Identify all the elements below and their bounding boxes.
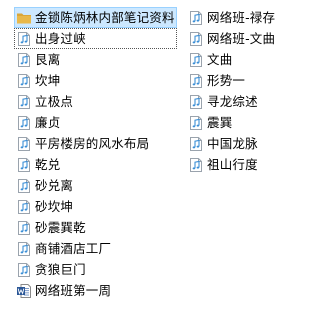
file-item[interactable]: 砂坎坤 (14, 196, 177, 217)
file-item[interactable]: 坎坤 (14, 70, 177, 91)
file-item-label: 立极点 (35, 93, 74, 109)
audio-file-icon (188, 94, 204, 110)
file-item-label: 砂坎坤 (35, 198, 74, 214)
file-item[interactable]: 网络班-文曲 (186, 28, 277, 49)
file-item-label: 砂震巽乾 (35, 219, 86, 235)
file-item[interactable]: 网络班-禄存 (186, 7, 277, 28)
file-item-label: 震巽 (207, 114, 233, 130)
audio-file-icon (16, 199, 32, 215)
audio-file-icon (16, 136, 32, 152)
file-item-label: 艮离 (35, 51, 61, 67)
audio-file-icon (16, 52, 32, 68)
file-list-column-left: 金锁陈炳林内部笔记资料 出身过峡艮离坎坤立极点廉贞平房楼房的风水布局 乾兑砂兑离砂坎… (14, 7, 177, 301)
audio-file-icon (188, 157, 204, 173)
file-item-label: 平房楼房的风水布局 (35, 135, 150, 151)
file-item-label: 廉贞 (35, 114, 61, 130)
file-item[interactable]: 震巽 (186, 112, 277, 133)
file-item-label: 网络班-文曲 (207, 30, 276, 46)
file-item[interactable]: 砂兑离 (14, 175, 177, 196)
file-item[interactable]: 廉贞 (14, 112, 177, 133)
file-item[interactable]: 寻龙综述 (186, 91, 277, 112)
file-item[interactable]: 网络班第一周 (14, 280, 177, 301)
file-item[interactable]: 形势一 (186, 70, 277, 91)
file-item-label: 乾兑 (35, 156, 61, 172)
file-item[interactable]: 商铺酒店工厂 (14, 238, 177, 259)
file-list-column-right: 网络班-禄存 网络班-文曲 文曲形势一寻龙综述震巽中国龙脉祖山行度 (186, 7, 277, 175)
file-item-label: 寻龙综述 (207, 93, 258, 109)
word-document-icon (16, 283, 32, 299)
file-item[interactable]: 贪狼巨门 (14, 259, 177, 280)
file-item-label: 中国龙脉 (207, 135, 258, 151)
file-item-label: 网络班-禄存 (207, 9, 276, 25)
audio-file-icon (16, 115, 32, 131)
file-item[interactable]: 中国龙脉 (186, 133, 277, 154)
file-item-label: 金锁陈炳林内部笔记资料 (35, 9, 175, 25)
audio-file-icon (188, 136, 204, 152)
audio-file-icon (188, 10, 204, 26)
audio-file-icon (16, 157, 32, 173)
audio-file-icon (16, 94, 32, 110)
file-item-label: 商铺酒店工厂 (35, 240, 112, 256)
file-item[interactable]: 平房楼房的风水布局 (14, 133, 177, 154)
file-item-label: 网络班第一周 (35, 282, 112, 298)
file-item-label: 祖山行度 (207, 156, 258, 172)
audio-file-icon (16, 220, 32, 236)
file-list-pane: 金锁陈炳林内部笔记资料 出身过峡艮离坎坤立极点廉贞平房楼房的风水布局 乾兑砂兑离砂坎… (0, 0, 288, 309)
file-item[interactable]: 乾兑 (14, 154, 177, 175)
folder-icon (16, 10, 32, 26)
file-item[interactable]: 出身过峡 (14, 28, 177, 49)
audio-file-icon (188, 73, 204, 89)
file-item[interactable]: 金锁陈炳林内部笔记资料 (14, 7, 177, 28)
audio-file-icon (16, 73, 32, 89)
audio-file-icon (16, 262, 32, 278)
file-item[interactable]: 立极点 (14, 91, 177, 112)
audio-file-icon (188, 115, 204, 131)
audio-file-icon (16, 178, 32, 194)
audio-file-icon (188, 52, 204, 68)
file-item[interactable]: 祖山行度 (186, 154, 277, 175)
file-item-label: 砂兑离 (35, 177, 74, 193)
file-item-label: 贪狼巨门 (35, 261, 86, 277)
file-item[interactable]: 文曲 (186, 49, 277, 70)
file-item-label: 出身过峡 (35, 30, 86, 46)
file-item-label: 形势一 (207, 72, 246, 88)
file-item-label: 文曲 (207, 51, 233, 67)
file-item-label: 坎坤 (35, 72, 61, 88)
file-item[interactable]: 砂震巽乾 (14, 217, 177, 238)
audio-file-icon (188, 31, 204, 47)
file-item[interactable]: 艮离 (14, 49, 177, 70)
audio-file-icon (16, 241, 32, 257)
audio-file-icon (16, 31, 32, 47)
